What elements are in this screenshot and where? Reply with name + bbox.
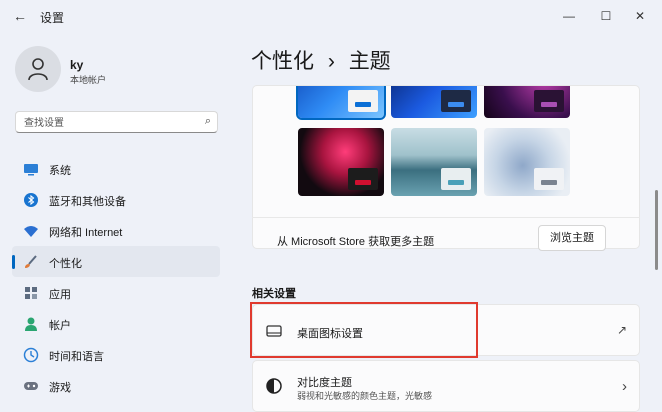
search-icon[interactable]: ⌕ <box>205 115 211 128</box>
active-indicator <box>12 255 15 269</box>
theme-thumb-captured-motion[interactable] <box>298 128 384 196</box>
sidebar-item-label: 时间和语言 <box>49 351 104 363</box>
theme-thumb-flow[interactable] <box>391 128 477 196</box>
bluetooth-icon <box>24 193 38 207</box>
minimize-button[interactable]: — <box>555 6 583 26</box>
breadcrumb: 个性化 › 主题 <box>251 45 391 75</box>
nav-list: 系统 蓝牙和其他设备 网络和 Internet 个性化 应用 帐户 时间和语言 <box>12 153 220 401</box>
brush-icon <box>25 255 37 268</box>
store-themes-text: 从 Microsoft Store 获取更多主题 <box>277 236 435 248</box>
sidebar-item-time-language[interactable]: 时间和语言 <box>12 339 220 370</box>
sidebar-item-system[interactable]: 系统 <box>12 153 220 184</box>
sidebar-item-bluetooth[interactable]: 蓝牙和其他设备 <box>12 184 220 215</box>
sidebar-item-label: 蓝牙和其他设备 <box>49 196 126 208</box>
scrollbar[interactable] <box>655 190 658 270</box>
search-input[interactable] <box>22 115 196 131</box>
theme-preview-badge <box>534 90 564 112</box>
sidebar-item-label: 帐户 <box>49 320 71 332</box>
sidebar: ky 本地帐户 ⌕ 系统 蓝牙和其他设备 网络和 Internet 个性化 应用 <box>0 32 232 400</box>
breadcrumb-separator: › <box>327 50 335 73</box>
person-icon <box>25 317 37 331</box>
highlight-box <box>250 302 478 358</box>
main-content: 个性化 › 主题 从 Microsoft Store 获取更多主题 浏览主题 相… <box>232 32 662 412</box>
account-type: 本地帐户 <box>70 75 107 85</box>
sidebar-item-network[interactable]: 网络和 Internet <box>12 215 220 246</box>
person-icon <box>28 58 48 81</box>
sidebar-item-label: 网络和 Internet <box>49 227 123 239</box>
sidebar-item-label: 系统 <box>49 165 71 177</box>
card-divider <box>252 217 640 218</box>
sidebar-item-label: 个性化 <box>49 258 82 270</box>
theme-preview-badge <box>534 168 564 190</box>
page-title: 主题 <box>348 50 391 73</box>
wifi-icon <box>24 226 38 237</box>
sidebar-item-apps[interactable]: 应用 <box>12 277 220 308</box>
gamepad-icon <box>24 382 38 390</box>
sidebar-item-gaming[interactable]: 游戏 <box>12 370 220 401</box>
row-subtitle: 弱视和光敏感的颜色主题，光敏感 <box>297 391 433 401</box>
search-box[interactable]: ⌕ <box>15 111 218 133</box>
theme-preview-badge <box>348 90 378 112</box>
sidebar-item-label: 游戏 <box>49 382 71 394</box>
external-link-icon: ↗ <box>616 323 627 337</box>
close-button[interactable]: ✕ <box>626 6 654 26</box>
app-title: 设置 <box>40 11 65 25</box>
sidebar-item-accounts[interactable]: 帐户 <box>12 308 220 339</box>
theme-preview-badge <box>441 168 471 190</box>
sidebar-item-personalization[interactable]: 个性化 <box>12 246 220 277</box>
title-bar: ← 设置 — ☐ ✕ <box>0 0 662 32</box>
theme-thumb-windows-dark[interactable] <box>391 86 477 118</box>
maximize-button[interactable]: ☐ <box>592 6 620 26</box>
avatar[interactable] <box>15 46 61 92</box>
contrast-themes-row[interactable]: 对比度主题 弱视和光敏感的颜色主题，光敏感 › <box>252 360 640 412</box>
back-icon[interactable]: ← <box>10 8 30 24</box>
user-name: ky <box>70 58 84 72</box>
apps-icon <box>25 287 37 299</box>
theme-preview-badge <box>348 168 378 190</box>
browse-themes-button[interactable]: 浏览主题 <box>538 225 606 251</box>
row-title: 对比度主题 <box>297 377 352 389</box>
related-settings-heading: 相关设置 <box>252 288 296 300</box>
sidebar-item-label: 应用 <box>49 289 71 301</box>
breadcrumb-parent[interactable]: 个性化 <box>251 50 314 73</box>
globe-clock-icon <box>23 347 39 363</box>
monitor-icon <box>24 164 38 176</box>
theme-thumb-windows-light[interactable] <box>296 86 386 120</box>
theme-thumb-glow[interactable] <box>484 86 570 118</box>
contrast-icon <box>266 378 282 394</box>
chevron-right-icon: › <box>622 378 627 395</box>
theme-preview-badge <box>441 90 471 112</box>
theme-thumb-sunrise[interactable] <box>484 128 570 196</box>
